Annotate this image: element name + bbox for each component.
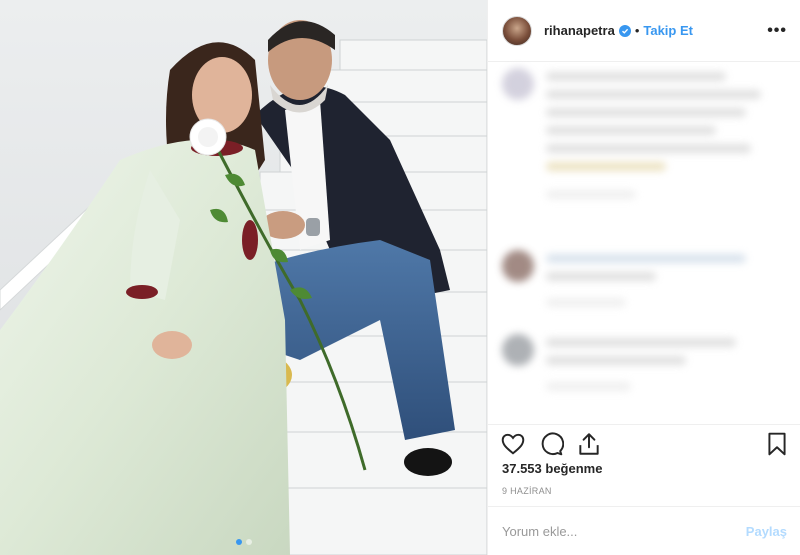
post-photo[interactable] [0, 0, 487, 555]
comments-list [488, 62, 800, 424]
follow-button[interactable]: Takip Et [643, 23, 693, 38]
heart-icon[interactable] [500, 431, 526, 457]
comment-input[interactable] [502, 523, 738, 539]
comment-placeholder [546, 356, 686, 365]
header-separator: • [634, 23, 640, 38]
comment-avatar [502, 68, 534, 100]
staircase-background [0, 0, 487, 555]
comment-placeholder [546, 126, 716, 135]
comment-placeholder [546, 338, 736, 347]
carousel-dot-active [235, 539, 242, 545]
verified-badge-icon [618, 24, 631, 37]
comment-placeholder [546, 108, 746, 117]
post-comment-button[interactable]: Paylaş [746, 524, 787, 539]
share-icon[interactable] [576, 431, 602, 457]
carousel-indicator [0, 539, 487, 545]
comment-avatar [502, 250, 534, 282]
bookmark-icon[interactable] [764, 431, 790, 457]
comment-composer: Paylaş [488, 506, 800, 555]
comment-placeholder [546, 298, 626, 307]
comment-placeholder [546, 190, 636, 199]
more-options-icon[interactable]: ••• [767, 22, 787, 40]
comment-placeholder [546, 382, 631, 391]
post-header: rihanapetra • Takip Et ••• [488, 0, 800, 62]
comment-placeholder [546, 144, 751, 153]
comment-avatar [502, 334, 534, 366]
likes-count[interactable]: 37.553 beğenme [502, 461, 602, 476]
post-actions-bar [488, 424, 800, 460]
comment-icon[interactable] [538, 431, 564, 457]
comment-placeholder [546, 72, 726, 81]
comment-placeholder [546, 272, 656, 281]
comment-placeholder [546, 254, 746, 263]
post-date: 9 HAZİRAN [502, 486, 552, 496]
username-link[interactable]: rihanapetra [544, 23, 615, 38]
comment-placeholder [546, 90, 761, 99]
post-side-panel: rihanapetra • Takip Et ••• 37.553 beğenm… [487, 0, 800, 555]
comment-placeholder [546, 162, 666, 171]
carousel-dot[interactable] [245, 539, 252, 545]
avatar[interactable] [502, 15, 532, 46]
